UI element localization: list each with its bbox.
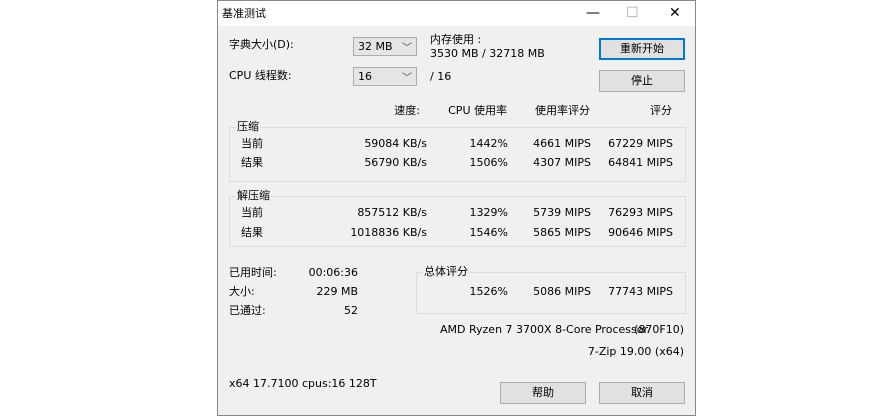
total-cpu-usage: 1526%: [469, 285, 508, 298]
usage-rating-value: 5865 MIPS: [533, 226, 591, 239]
decompress-title: 解压缩: [236, 189, 271, 203]
speed-value: 59084 KB/s: [364, 137, 427, 150]
cancel-button[interactable]: 取消: [599, 382, 685, 404]
row-label: 结果: [241, 156, 263, 169]
threads-value: 16: [358, 70, 372, 83]
usage-rating-value: 4661 MIPS: [533, 137, 591, 150]
header-cpu-usage: CPU 使用率: [448, 104, 507, 117]
passes-label: 已通过:: [229, 304, 266, 317]
cpu-usage-value: 1329%: [469, 206, 508, 219]
stop-button[interactable]: 停止: [599, 70, 685, 92]
help-button[interactable]: 帮助: [500, 382, 586, 404]
memory-value: 3530 MB / 32718 MB: [430, 47, 545, 60]
dict-size-select[interactable]: 32 MB ﹀: [353, 37, 417, 56]
maximize-icon[interactable]: ☐: [626, 5, 639, 21]
title-bar: 基准测试 — ☐ ✕: [218, 1, 695, 26]
cpu-usage-value: 1546%: [469, 226, 508, 239]
header-rating: 评分: [650, 104, 672, 117]
elapsed-label: 已用时间:: [229, 266, 277, 279]
chevron-down-icon: ﹀: [402, 43, 412, 54]
benchmark-window: 基准测试 — ☐ ✕ 字典大小(D): 32 MB ﹀ 内存使用 : 3530 M…: [217, 0, 696, 416]
threads-select[interactable]: 16 ﹀: [353, 67, 417, 86]
system-info: x64 17.7100 cpus:16 128T: [229, 377, 377, 390]
minimize-icon[interactable]: —: [586, 5, 600, 21]
cpu-id: (870F10): [634, 323, 684, 336]
total-rating: 77743 MIPS: [608, 285, 673, 298]
dict-size-label: 字典大小(D):: [229, 38, 294, 51]
passes-value: 52: [344, 304, 358, 317]
rating-value: 76293 MIPS: [608, 206, 673, 219]
cpu-usage-value: 1506%: [469, 156, 508, 169]
rating-value: 67229 MIPS: [608, 137, 673, 150]
speed-value: 56790 KB/s: [364, 156, 427, 169]
usage-rating-value: 5739 MIPS: [533, 206, 591, 219]
total-rating-title: 总体评分: [423, 265, 469, 279]
header-usage-rating: 使用率评分: [535, 104, 590, 117]
speed-value: 1018836 KB/s: [350, 226, 427, 239]
header-speed: 速度:: [394, 104, 420, 117]
threads-max: / 16: [430, 70, 452, 83]
window-title: 基准测试: [222, 7, 266, 20]
restart-button[interactable]: 重新开始: [599, 38, 685, 60]
row-label: 结果: [241, 226, 263, 239]
memory-label: 内存使用 :: [430, 33, 482, 46]
threads-label: CPU 线程数:: [229, 69, 292, 82]
version: 7-Zip 19.00 (x64): [587, 345, 684, 358]
rating-value: 64841 MIPS: [608, 156, 673, 169]
usage-rating-value: 4307 MIPS: [533, 156, 591, 169]
row-label: 当前: [241, 206, 263, 219]
chevron-down-icon: ﹀: [402, 73, 412, 84]
cpu-name: AMD Ryzen 7 3700X 8-Core Processor: [440, 323, 648, 336]
size-value: 229 MB: [316, 285, 358, 298]
dict-size-value: 32 MB: [358, 40, 393, 53]
row-label: 当前: [241, 137, 263, 150]
total-usage-rating: 5086 MIPS: [533, 285, 591, 298]
speed-value: 857512 KB/s: [357, 206, 427, 219]
compress-title: 压缩: [236, 120, 260, 134]
size-label: 大小:: [229, 285, 255, 298]
close-icon[interactable]: ✕: [669, 5, 681, 21]
elapsed-value: 00:06:36: [308, 266, 358, 279]
rating-value: 90646 MIPS: [608, 226, 673, 239]
cpu-usage-value: 1442%: [469, 137, 508, 150]
compress-group: [229, 127, 686, 182]
